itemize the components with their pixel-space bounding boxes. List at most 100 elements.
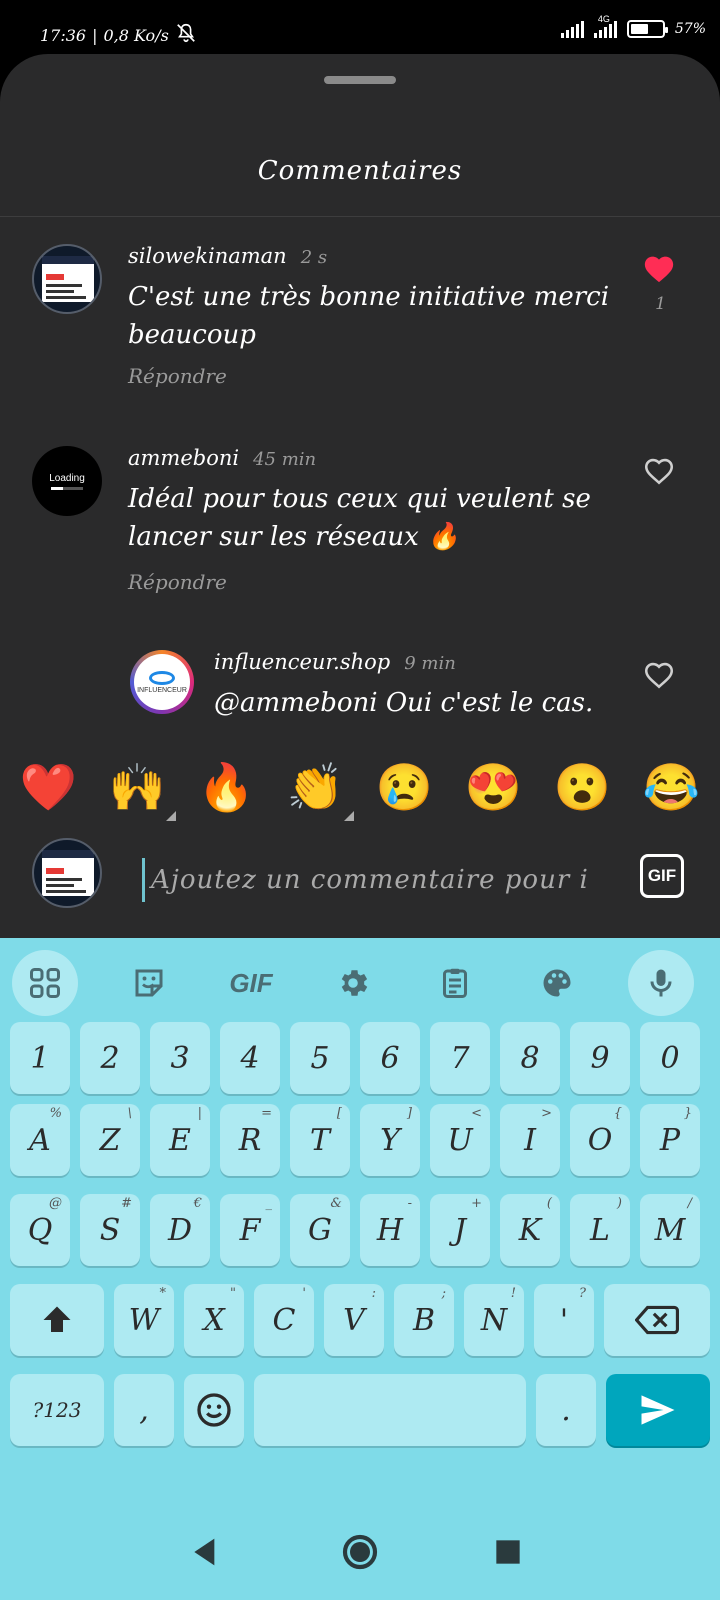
key-label: 7: [450, 1040, 470, 1076]
heart-filled-icon[interactable]: [642, 252, 676, 284]
key-8[interactable]: 8: [500, 1022, 560, 1094]
sticker-icon: [135, 969, 163, 997]
period-key[interactable]: .: [536, 1374, 596, 1446]
like-count: 1: [655, 294, 666, 314]
key-g[interactable]: G &: [290, 1194, 350, 1266]
clipboard-button[interactable]: [422, 950, 488, 1016]
key-alt-label: ]: [406, 1106, 412, 1121]
network-label: 4G: [597, 14, 610, 24]
apps-grid-button[interactable]: [12, 950, 78, 1016]
comment-username[interactable]: silowekinaman 2 s: [128, 244, 327, 268]
voice-input-button[interactable]: [628, 950, 694, 1016]
key-m[interactable]: M /: [640, 1194, 700, 1266]
key-0[interactable]: 0: [640, 1022, 700, 1094]
emoji-crying[interactable]: 😢: [376, 760, 433, 815]
key-a[interactable]: A%: [10, 1104, 70, 1176]
battery-icon: [626, 20, 668, 38]
avatar-brand-text: INFLUENCEUR: [137, 686, 187, 694]
home-icon[interactable]: [340, 1532, 380, 1572]
back-icon[interactable]: [186, 1532, 226, 1572]
reply-button[interactable]: Répondre: [128, 364, 227, 388]
avatar[interactable]: [32, 244, 102, 314]
key-label: P: [659, 1122, 681, 1158]
key-f[interactable]: F _: [220, 1194, 280, 1266]
emoji-key[interactable]: [184, 1374, 244, 1446]
emoji-clapping[interactable]: 👏: [287, 760, 355, 821]
battery-percent: 57%: [674, 21, 706, 37]
emoji-raising-hands[interactable]: 🙌: [109, 760, 177, 821]
key-e[interactable]: E |: [150, 1104, 210, 1176]
avatar[interactable]: INFLUENCEUR: [130, 650, 194, 714]
key-b[interactable]: B;: [394, 1284, 454, 1356]
key-2[interactable]: 2: [80, 1022, 140, 1094]
gif-button[interactable]: GIF: [640, 854, 684, 898]
key-d[interactable]: D €: [150, 1194, 210, 1266]
key-s[interactable]: S #: [80, 1194, 140, 1266]
key-v[interactable]: V:: [324, 1284, 384, 1356]
key-z[interactable]: Z \: [80, 1104, 140, 1176]
key-q[interactable]: Q @: [10, 1194, 70, 1266]
key-alt-label: €: [193, 1196, 202, 1211]
key-i[interactable]: I >: [500, 1104, 560, 1176]
key-9[interactable]: 9: [570, 1022, 630, 1094]
theme-button[interactable]: [524, 950, 590, 1016]
gif-keyboard-button[interactable]: GIF: [218, 950, 284, 1016]
key-t[interactable]: T[: [290, 1104, 350, 1176]
key-w[interactable]: W *: [114, 1284, 174, 1356]
key-r[interactable]: R =: [220, 1104, 280, 1176]
key-7[interactable]: 7: [430, 1022, 490, 1094]
sticker-button[interactable]: [116, 950, 182, 1016]
key-6[interactable]: 6: [360, 1022, 420, 1094]
key-label: E: [169, 1122, 191, 1158]
emoji-heart[interactable]: ❤️: [20, 760, 77, 815]
key-label: Q: [27, 1212, 53, 1248]
key-k[interactable]: K(: [500, 1194, 560, 1266]
key-alt-label: ': [302, 1286, 306, 1301]
backspace-key[interactable]: [604, 1284, 710, 1356]
key-alt-label: +: [471, 1196, 482, 1211]
key-apostrophe[interactable]: '?: [534, 1284, 594, 1356]
key-4[interactable]: 4: [220, 1022, 280, 1094]
shift-key[interactable]: [10, 1284, 104, 1356]
key-c[interactable]: C ': [254, 1284, 314, 1356]
key-n[interactable]: N!: [464, 1284, 524, 1356]
key-label: G: [308, 1212, 332, 1248]
space-key[interactable]: [254, 1374, 526, 1446]
emoji-fire[interactable]: 🔥: [198, 760, 255, 815]
heart-outline-icon[interactable]: [642, 658, 676, 690]
shift-icon: [43, 1306, 71, 1332]
comment-time: 45 min: [253, 449, 317, 470]
key-5[interactable]: 5: [290, 1022, 350, 1094]
key-p[interactable]: P}: [640, 1104, 700, 1176]
palette-icon: [543, 969, 571, 997]
reply-button[interactable]: Répondre: [128, 570, 227, 594]
emoji-heart-eyes[interactable]: 😍: [465, 760, 522, 815]
emoji-laughing[interactable]: 😂: [643, 760, 700, 815]
avatar[interactable]: Loading: [32, 446, 102, 516]
key-l[interactable]: L): [570, 1194, 630, 1266]
microphone-icon: [650, 969, 672, 997]
key-label: T: [309, 1122, 330, 1158]
key-alt-label: ": [230, 1286, 236, 1301]
symbols-key[interactable]: ?123: [10, 1374, 104, 1446]
key-3[interactable]: 3: [150, 1022, 210, 1094]
comment-input[interactable]: Ajoutez un commentaire pour i: [142, 858, 612, 902]
key-o[interactable]: O{: [570, 1104, 630, 1176]
send-key[interactable]: [606, 1374, 710, 1446]
key-h[interactable]: H-: [360, 1194, 420, 1266]
key-u[interactable]: U <: [430, 1104, 490, 1176]
drag-handle[interactable]: [324, 76, 396, 84]
comment-username[interactable]: ammeboni 45 min: [128, 446, 316, 470]
comma-key[interactable]: ,: [114, 1374, 174, 1446]
key-j[interactable]: J +: [430, 1194, 490, 1266]
recents-icon[interactable]: [488, 1532, 528, 1572]
heart-outline-icon[interactable]: [642, 454, 676, 486]
settings-button[interactable]: [320, 950, 386, 1016]
key-1[interactable]: 1: [10, 1022, 70, 1094]
keyboard: GIF 1 2 3 4 5 6 7 8 9 0 A% Z \ E | R = T[Y] U < I > O{P} Q @ S # D €…: [0, 938, 720, 1504]
comment-username[interactable]: influenceur.shop 9 min: [214, 650, 456, 674]
divider: [0, 216, 720, 217]
emoji-surprised[interactable]: 😮: [554, 760, 611, 815]
key-x[interactable]: X ": [184, 1284, 244, 1356]
key-y[interactable]: Y]: [360, 1104, 420, 1176]
